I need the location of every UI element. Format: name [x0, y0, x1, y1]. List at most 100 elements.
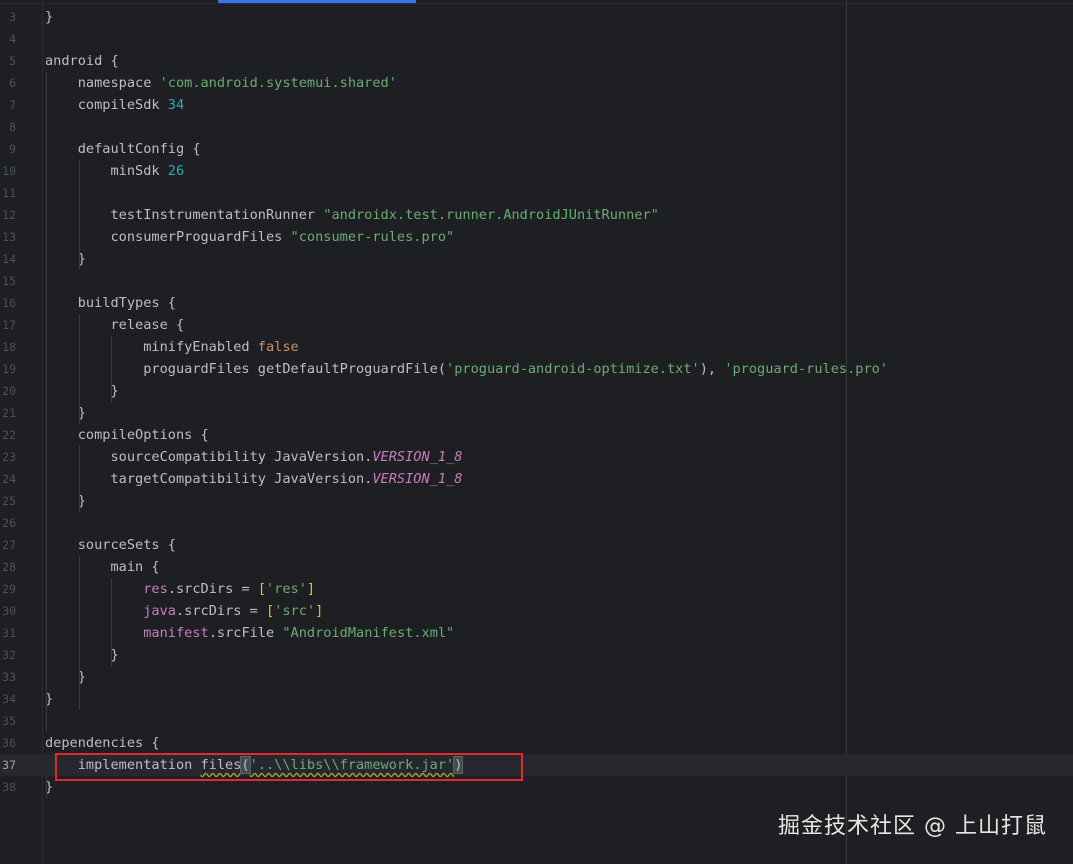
line-number: 12	[2, 208, 16, 222]
code-line[interactable]: 29 res.srcDirs = ['res']	[0, 578, 1073, 600]
line-number: 27	[2, 538, 16, 552]
line-number: 18	[2, 340, 16, 354]
line-number: 7	[9, 98, 16, 112]
line-number: 38	[2, 780, 16, 794]
code-text: compileSdk 34	[45, 97, 185, 113]
code-text: }	[45, 493, 86, 509]
indent-guide	[78, 446, 80, 512]
highlight-box	[55, 753, 523, 781]
line-number: 10	[2, 164, 16, 178]
line-number: 11	[2, 186, 16, 200]
code-text: }	[45, 647, 119, 663]
line-number: 5	[9, 54, 16, 68]
indent-guide	[78, 556, 80, 710]
code-line[interactable]: 17 release {	[0, 314, 1073, 336]
code-text: }	[45, 405, 86, 421]
code-line[interactable]: 15	[0, 270, 1073, 292]
line-number: 22	[2, 428, 16, 442]
line-number: 13	[2, 230, 16, 244]
line-number: 37	[2, 758, 16, 772]
code-text: proguardFiles getDefaultProguardFile('pr…	[45, 361, 888, 377]
code-line[interactable]: 19 proguardFiles getDefaultProguardFile(…	[0, 358, 1073, 380]
code-line[interactable]: 27 sourceSets {	[0, 534, 1073, 556]
line-number: 25	[2, 494, 16, 508]
code-text: defaultConfig {	[45, 141, 201, 157]
code-line[interactable]: 32 }	[0, 644, 1073, 666]
line-number: 23	[2, 450, 16, 464]
code-line[interactable]: 13 consumerProguardFiles "consumer-rules…	[0, 226, 1073, 248]
line-number: 36	[2, 736, 16, 750]
line-number: 20	[2, 384, 16, 398]
line-number: 32	[2, 648, 16, 662]
line-number: 33	[2, 670, 16, 684]
indent-guide	[78, 160, 80, 270]
code-line[interactable]: 9 defaultConfig {	[0, 138, 1073, 160]
code-text: }	[45, 9, 54, 25]
code-line[interactable]: 35	[0, 710, 1073, 732]
code-line[interactable]: 11	[0, 182, 1073, 204]
line-number: 26	[2, 516, 16, 530]
line-number: 29	[2, 582, 16, 596]
code-line[interactable]: 3}	[0, 6, 1073, 28]
line-number: 15	[2, 274, 16, 288]
code-line[interactable]: 14 }	[0, 248, 1073, 270]
code-line[interactable]: 28 main {	[0, 556, 1073, 578]
code-line[interactable]: 24 targetCompatibility JavaVersion.VERSI…	[0, 468, 1073, 490]
line-number: 31	[2, 626, 16, 640]
code-line[interactable]: 22 compileOptions {	[0, 424, 1073, 446]
code-text: android {	[45, 53, 119, 69]
code-line[interactable]: 20 }	[0, 380, 1073, 402]
code-line[interactable]: 21 }	[0, 402, 1073, 424]
code-text: targetCompatibility JavaVersion.VERSION_…	[45, 471, 463, 487]
code-text: java.srcDirs = ['src']	[143, 603, 324, 619]
tab-bar-border	[0, 3, 1073, 4]
code-text: main {	[45, 559, 160, 575]
code-text: manifest.srcFile "AndroidManifest.xml"	[143, 625, 455, 641]
code-line[interactable]: 4	[0, 28, 1073, 50]
code-line[interactable]: 7 compileSdk 34	[0, 94, 1073, 116]
indent-guide	[46, 72, 47, 732]
code-line[interactable]: 26	[0, 512, 1073, 534]
line-number: 9	[9, 142, 16, 156]
code-text: sourceSets {	[45, 537, 176, 553]
line-number: 16	[2, 296, 16, 310]
code-text: }	[45, 383, 119, 399]
code-line[interactable]: 36 dependencies {	[0, 732, 1073, 754]
line-number: 28	[2, 560, 16, 574]
code-line[interactable]: 30 java.srcDirs = ['src']	[0, 600, 1073, 622]
line-number: 14	[2, 252, 16, 266]
code-line[interactable]: 6 namespace 'com.android.systemui.shared…	[0, 72, 1073, 94]
code-line[interactable]: 5 android {	[0, 50, 1073, 72]
line-number: 21	[2, 406, 16, 420]
line-number: 34	[2, 692, 16, 706]
code-line[interactable]: 10 minSdk 26	[0, 160, 1073, 182]
indent-guide	[111, 578, 113, 666]
indent-guide	[111, 336, 113, 402]
code-text: res.srcDirs = ['res']	[143, 581, 316, 597]
code-line[interactable]: 18 minifyEnabled false	[0, 336, 1073, 358]
code-text: release {	[45, 317, 185, 333]
line-number: 3	[9, 10, 16, 24]
code-editor[interactable]: 3} 4 5 android {6 namespace 'com.android.sy…	[0, 0, 1073, 864]
code-line[interactable]: 16 buildTypes {	[0, 292, 1073, 314]
code-text: sourceCompatibility JavaVersion.VERSION_…	[45, 449, 463, 465]
code-line[interactable]: 31 manifest.srcFile "AndroidManifest.xml…	[0, 622, 1073, 644]
code-text: dependencies {	[45, 735, 160, 751]
code-line[interactable]: 25 }	[0, 490, 1073, 512]
line-number: 30	[2, 604, 16, 618]
code-line[interactable]: 34}	[0, 688, 1073, 710]
line-number: 19	[2, 362, 16, 376]
code-line[interactable]: 33 }	[0, 666, 1073, 688]
code-text: }	[45, 251, 86, 267]
code-text: namespace 'com.android.systemui.shared'	[45, 75, 397, 91]
code-line[interactable]: 23 sourceCompatibility JavaVersion.VERSI…	[0, 446, 1073, 468]
code-line[interactable]: 12 testInstrumentationRunner "androidx.t…	[0, 204, 1073, 226]
code-text: testInstrumentationRunner "androidx.test…	[45, 207, 659, 223]
line-number: 8	[9, 120, 16, 134]
code-line[interactable]: 8	[0, 116, 1073, 138]
indent-guide	[78, 314, 80, 424]
code-text: buildTypes {	[45, 295, 176, 311]
line-number: 24	[2, 472, 16, 486]
line-number: 6	[9, 76, 16, 90]
code-text: minifyEnabled false	[45, 339, 299, 355]
